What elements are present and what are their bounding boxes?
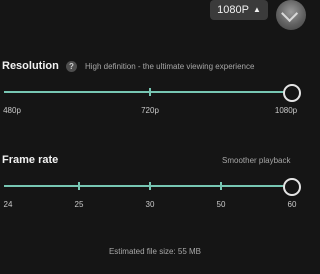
frame-rate-label-24: 24: [3, 200, 13, 209]
resolution-label-480p: 480p: [3, 106, 21, 115]
resolution-label-720p: 720p: [141, 106, 159, 115]
resolution-description: High definition - the ultimate viewing e…: [85, 62, 255, 71]
estimated-file-size: Estimated file size: 55 MB: [108, 247, 202, 256]
frame-rate-slider-thumb[interactable]: [283, 178, 301, 196]
frame-rate-slider[interactable]: [4, 178, 301, 196]
resolution-label-1080p: 1080p: [274, 106, 298, 115]
resolution-section-title: Resolution ?: [2, 60, 77, 72]
frame-rate-tick-25: [78, 182, 80, 190]
resolution-dropdown-value: 1080P: [217, 4, 249, 16]
frame-rate-title: Frame rate: [2, 154, 59, 166]
frame-rate-tick-50: [220, 182, 222, 190]
confirm-button[interactable]: [276, 0, 306, 30]
check-icon: [281, 5, 299, 23]
resolution-tick-720p: [149, 88, 151, 96]
resolution-slider-thumb[interactable]: [283, 84, 301, 102]
frame-rate-description: Smoother playback: [222, 156, 291, 165]
frame-rate-label-25: 25: [74, 200, 84, 209]
help-icon[interactable]: ?: [65, 60, 77, 72]
resolution-slider[interactable]: [4, 84, 301, 102]
caret-up-icon: ▲: [252, 5, 261, 14]
resolution-title: Resolution: [2, 60, 59, 72]
resolution-dropdown[interactable]: 1080P ▲: [210, 0, 268, 20]
frame-rate-section-title: Frame rate: [2, 154, 58, 166]
frame-rate-tick-30: [149, 182, 151, 190]
frame-rate-label-60: 60: [287, 200, 297, 209]
frame-rate-label-30: 30: [145, 200, 155, 209]
frame-rate-label-50: 50: [216, 200, 226, 209]
